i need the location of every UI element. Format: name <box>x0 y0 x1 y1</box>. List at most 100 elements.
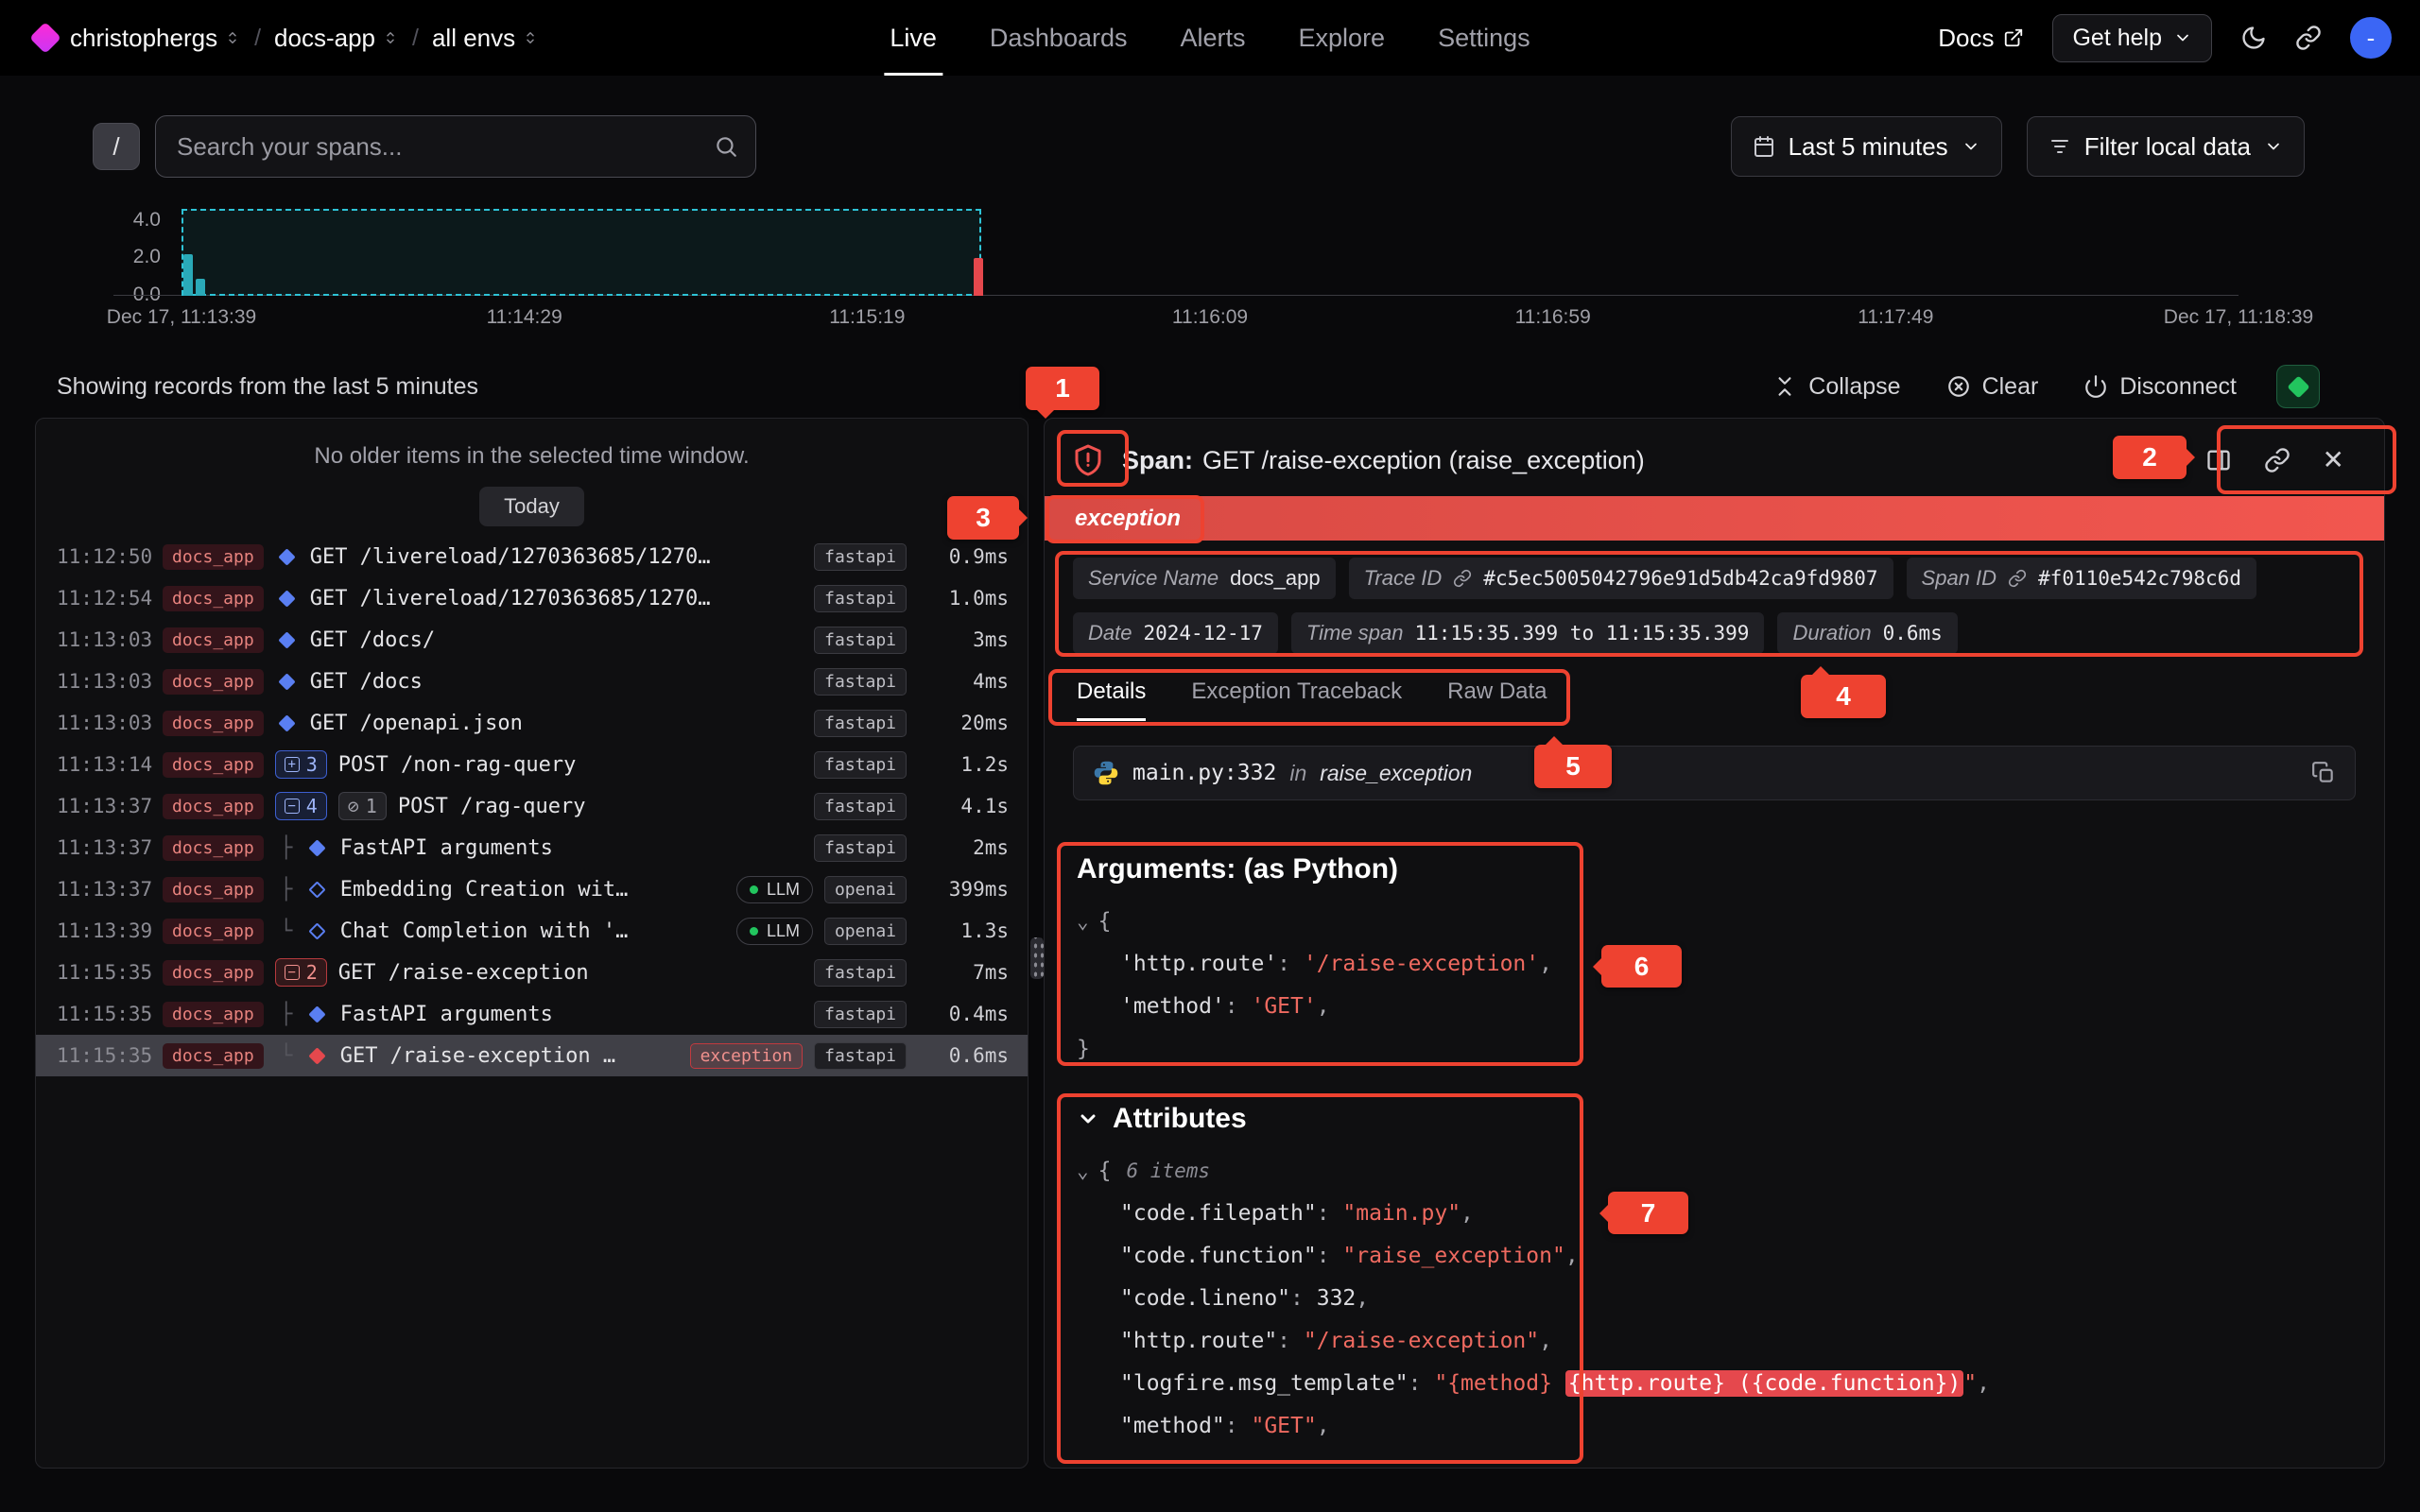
dark-mode-toggle[interactable] <box>2240 25 2267 51</box>
tab-explore[interactable]: Explore <box>1299 0 1386 76</box>
attributes-title: Attributes <box>1113 1103 1247 1135</box>
table-row[interactable]: 11:13:37 docs_app ├ Embedding Creation w… <box>36 868 1028 910</box>
docs-link[interactable]: Docs <box>1938 24 2024 53</box>
chart-bar <box>196 279 205 296</box>
service-name-value: docs_app <box>1230 566 1320 591</box>
x-tick-label: 11:14:29 <box>487 306 562 329</box>
table-row[interactable]: 11:13:03 docs_app GET /docs fastapi 4ms <box>36 661 1028 702</box>
row-time: 11:13:03 <box>57 670 151 693</box>
tag-pill: fastapi <box>814 959 907 987</box>
collapse-caret-icon[interactable]: ⌄ <box>1077 1160 1089 1182</box>
disconnect-button[interactable]: Disconnect <box>2083 373 2237 401</box>
table-row[interactable]: 11:13:14 docs_app + 3 POST /non-rag-quer… <box>36 744 1028 785</box>
code-location-bar: main.py:332 in raise_exception <box>1073 746 2356 800</box>
table-row[interactable]: 11:12:50 docs_app GET /livereload/127036… <box>36 536 1028 577</box>
tab-dashboards[interactable]: Dashboards <box>990 0 1128 76</box>
toggle-panel-button[interactable] <box>2205 447 2232 473</box>
span-label: Span: <box>1122 446 1193 474</box>
copy-button[interactable] <box>2311 761 2336 785</box>
hidden-spans-badge[interactable]: ⊘ 1 <box>338 792 387 820</box>
collapse-caret-icon[interactable]: ⌄ <box>1077 910 1089 933</box>
collapse-children-badge-error[interactable]: − 2 <box>275 958 327 987</box>
tag-pill: fastapi <box>814 1042 907 1070</box>
breadcrumb-project[interactable]: docs-app <box>274 24 399 53</box>
link-icon <box>2295 25 2322 51</box>
trace-id-chip[interactable]: Trace ID #c5ec5005042796e91d5db42ca9fd98… <box>1349 558 1893 599</box>
table-row[interactable]: 11:15:35 docs_app − 2 GET /raise-excepti… <box>36 952 1028 993</box>
span-timeline-chart[interactable]: 4.02.00.0 Dec 17, 11:13:3911:14:2911:15:… <box>0 206 2420 338</box>
table-row[interactable]: 11:13:03 docs_app GET /openapi.json fast… <box>36 702 1028 744</box>
tab-details[interactable]: Details <box>1077 679 1146 721</box>
table-row[interactable]: 11:13:03 docs_app GET /docs/ fastapi 3ms <box>36 619 1028 661</box>
x-tick-label: Dec 17, 11:18:39 <box>2164 306 2313 329</box>
tab-alerts[interactable]: Alerts <box>1180 0 1245 76</box>
table-row-selected[interactable]: 11:15:35 docs_app └ GET /raise-exception… <box>36 1035 1028 1076</box>
row-time: 11:15:35 <box>57 1003 151 1025</box>
span-name: POST /rag-query <box>398 795 586 818</box>
expand-icon: + <box>285 757 300 772</box>
search-input[interactable] <box>177 132 714 162</box>
y-tick-label: 0.0 <box>95 284 161 308</box>
span-id-chip[interactable]: Span ID #f0110e542c798c6d <box>1907 558 2256 599</box>
span-diamond-icon <box>278 714 295 731</box>
copy-link-button[interactable] <box>2264 447 2290 473</box>
table-row[interactable]: 11:13:37 docs_app − 4 ⊘ 1 POST /rag-quer… <box>36 785 1028 827</box>
python-icon <box>1093 760 1119 786</box>
arg-key: 'method' <box>1120 994 1225 1019</box>
expand-children-badge[interactable]: + 3 <box>275 750 327 779</box>
span-diamond-icon <box>278 673 295 690</box>
filter-local-data-button[interactable]: Filter local data <box>2027 116 2305 177</box>
row-duration: 4.1s <box>918 795 1009 817</box>
x-tick-label: Dec 17, 11:13:39 <box>107 306 256 329</box>
chart-plot[interactable] <box>182 206 2238 296</box>
x-tick-label: 11:16:09 <box>1172 306 1248 329</box>
get-help-button[interactable]: Get help <box>2052 14 2212 62</box>
attr-key: "http.route" <box>1120 1329 1277 1353</box>
env-name: all envs <box>432 24 515 53</box>
close-icon[interactable]: ✕ <box>2323 447 2344 473</box>
panel-resize-handle[interactable] <box>1030 937 1044 979</box>
date-pill[interactable]: Today <box>479 487 584 526</box>
hidden-count: 1 <box>366 795 377 817</box>
chart-selection[interactable] <box>182 209 981 296</box>
live-status-button[interactable] <box>2276 365 2320 408</box>
tab-live[interactable]: Live <box>890 0 937 76</box>
tab-settings[interactable]: Settings <box>1438 0 1530 76</box>
arg-key: 'http.route' <box>1120 952 1277 976</box>
page: christophergs / docs-app / all envs Live… <box>0 0 2420 1512</box>
breadcrumb-org[interactable]: christophergs <box>70 24 241 53</box>
chart-x-axis: Dec 17, 11:13:3911:14:2911:15:1911:16:09… <box>182 306 2238 333</box>
chevron-down-icon <box>1962 137 1980 156</box>
exception-pill: exception <box>690 1043 804 1069</box>
tab-raw-data[interactable]: Raw Data <box>1447 679 1547 721</box>
share-link-button[interactable] <box>2295 25 2322 51</box>
open-brace: { <box>1098 1159 1112 1183</box>
table-row[interactable]: 11:15:35 docs_app ├ FastAPI arguments fa… <box>36 993 1028 1035</box>
tag-pill: fastapi <box>814 793 907 820</box>
open-brace: { <box>1098 909 1112 934</box>
breadcrumb-env[interactable]: all envs <box>432 24 539 53</box>
collapse-button[interactable]: Collapse <box>1772 373 1900 401</box>
logfire-logo-icon[interactable] <box>29 22 61 54</box>
avatar[interactable]: - <box>2350 17 2392 59</box>
row-duration: 3ms <box>918 628 1009 651</box>
clear-button[interactable]: Clear <box>1946 373 2039 401</box>
table-row[interactable]: 11:12:54 docs_app GET /livereload/127036… <box>36 577 1028 619</box>
table-row[interactable]: 11:13:39 docs_app └ Chat Completion with… <box>36 910 1028 952</box>
search-shortcut-key[interactable]: / <box>93 123 140 170</box>
duration-label: Duration <box>1792 621 1871 645</box>
toolbar: / Last 5 minutes Filter local data <box>0 115 2420 178</box>
collapse-children-badge[interactable]: − 4 <box>275 792 327 820</box>
time-range-button[interactable]: Last 5 minutes <box>1731 116 2002 177</box>
table-row[interactable]: 11:13:37 docs_app ├ FastAPI arguments fa… <box>36 827 1028 868</box>
attributes-header[interactable]: Attributes <box>1077 1103 2352 1135</box>
code-file-location: main.py:332 <box>1132 761 1276 785</box>
tab-exception-traceback[interactable]: Exception Traceback <box>1191 679 1402 721</box>
in-word: in <box>1289 761 1306 786</box>
search-icon[interactable] <box>714 134 738 159</box>
collapse-icon <box>1772 374 1797 399</box>
span-name: GET /raise-exception … <box>340 1044 615 1068</box>
date-chip: Date 2024-12-17 <box>1073 612 1278 654</box>
disconnect-label: Disconnect <box>2119 373 2237 401</box>
link-icon <box>1453 569 1472 588</box>
